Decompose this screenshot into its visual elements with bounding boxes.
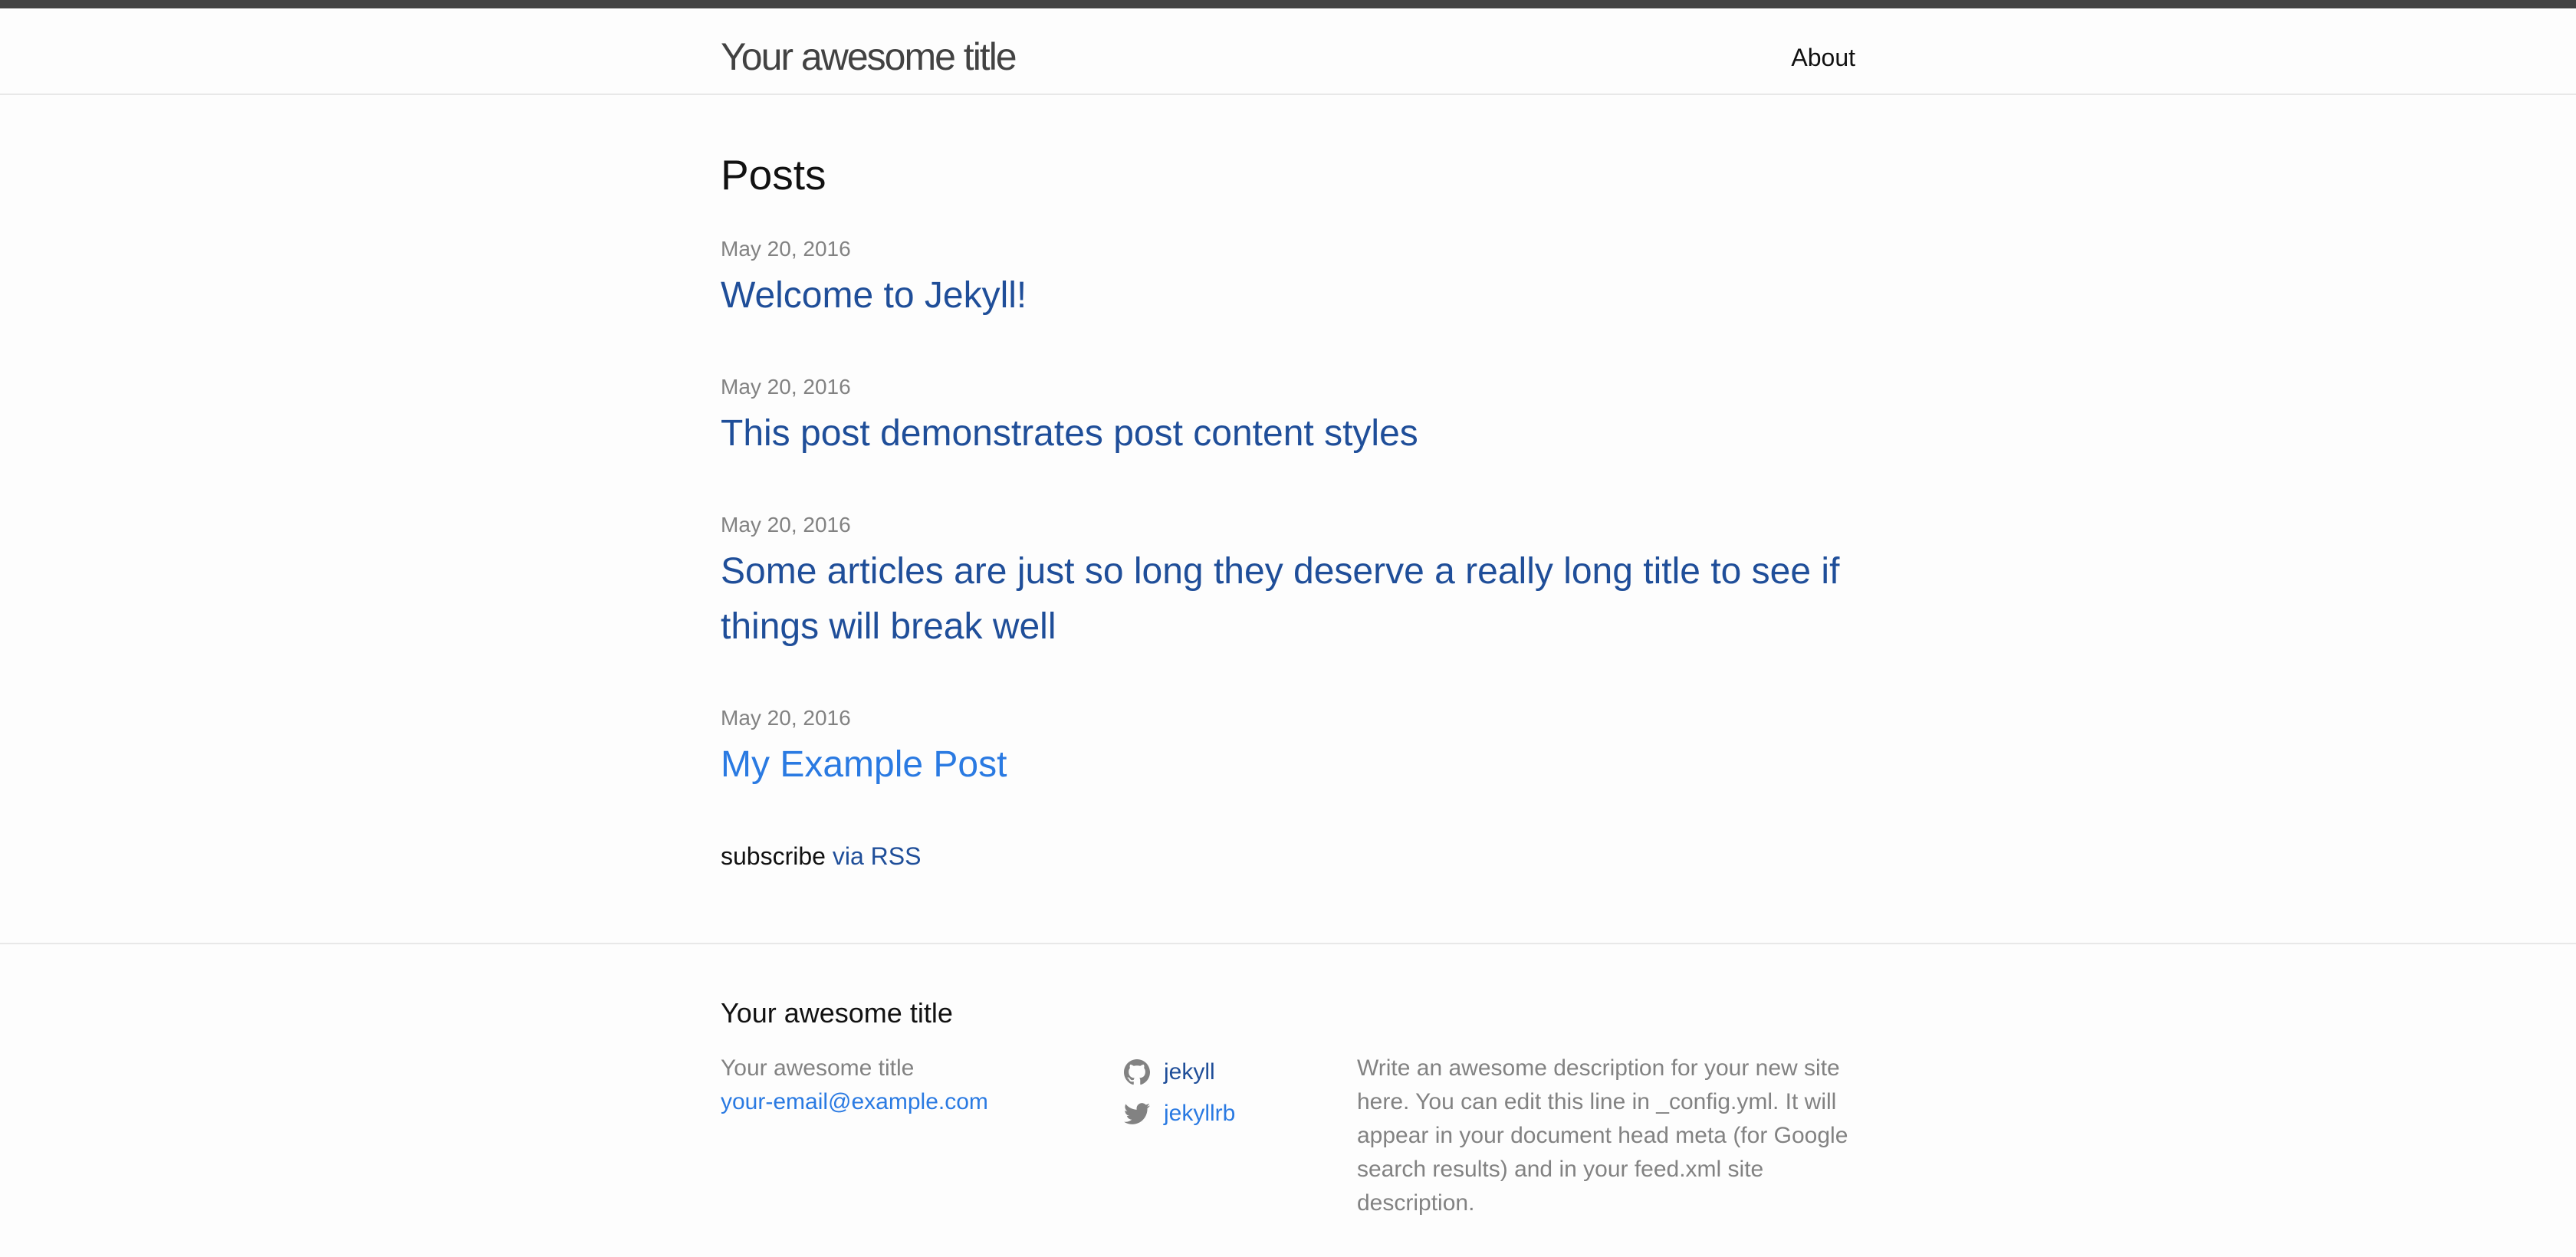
post-date: May 20, 2016	[721, 706, 851, 730]
post-title-link[interactable]: My Example Post	[721, 737, 1855, 793]
nav-about-link[interactable]: About	[1791, 36, 1855, 79]
post-date: May 20, 2016	[721, 513, 851, 537]
twitter-link[interactable]: jekyllrb	[1164, 1097, 1235, 1131]
top-accent-bar	[0, 0, 2576, 8]
post-title-link[interactable]: Some articles are just so long they dese…	[721, 544, 1855, 655]
site-header: Your awesome title About	[0, 8, 2576, 95]
rss-prefix: subscribe	[721, 842, 826, 870]
post-item: May 20, 2016 My Example Post	[721, 699, 1855, 793]
footer-description: Write an awesome description for your ne…	[1357, 1055, 1848, 1216]
post-date: May 20, 2016	[721, 375, 851, 399]
footer-contact: Your awesome title your-email@example.co…	[721, 1052, 988, 1119]
site-title-link[interactable]: Your awesome title	[721, 30, 1017, 84]
post-title-link[interactable]: Welcome to Jekyll!	[721, 268, 1855, 323]
post-item: May 20, 2016 Welcome to Jekyll!	[721, 230, 1855, 323]
post-item: May 20, 2016 Some articles are just so l…	[721, 506, 1855, 655]
footer-email-link[interactable]: your-email@example.com	[721, 1085, 988, 1119]
rss-link[interactable]: via RSS	[833, 842, 922, 870]
footer-heading: Your awesome title	[721, 997, 953, 1029]
footer-site-name: Your awesome title	[721, 1055, 915, 1081]
twitter-icon	[1124, 1103, 1150, 1124]
github-icon	[1124, 1059, 1150, 1085]
site-footer: Your awesome title Your awesome title yo…	[0, 943, 2576, 1257]
page-heading: Posts	[721, 151, 826, 199]
social-github: jekyll	[1124, 1052, 1235, 1093]
post-title-link[interactable]: This post demonstrates post content styl…	[721, 406, 1855, 461]
social-twitter: jekyllrb	[1124, 1093, 1235, 1134]
post-date: May 20, 2016	[721, 237, 851, 261]
post-item: May 20, 2016 This post demonstrates post…	[721, 368, 1855, 461]
github-link[interactable]: jekyll	[1164, 1055, 1215, 1089]
footer-social: jekyll jekyllrb	[1124, 1052, 1235, 1134]
rss-subscribe: subscribe via RSS	[721, 837, 921, 875]
